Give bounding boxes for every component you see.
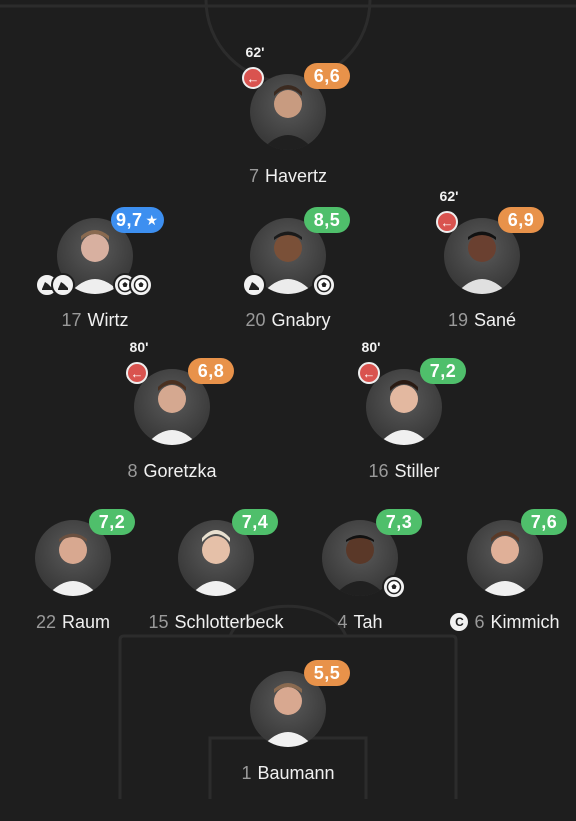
player-name: 17 Wirtz	[0, 310, 195, 331]
boot-icon	[51, 273, 75, 297]
player-name: 8 Goretzka	[72, 461, 272, 482]
player-kimmich[interactable]: 7,6 C 6 Kimmich	[425, 509, 576, 670]
player-rating[interactable]: 6,8	[188, 358, 234, 384]
rating-value: 7,6	[530, 511, 558, 532]
football-icon	[129, 273, 153, 297]
shirt-number: 16	[368, 461, 389, 481]
player-rating[interactable]: 9,7 ★	[111, 207, 164, 233]
player-name: C 6 Kimmich	[405, 612, 576, 633]
player-sane[interactable]: 62' ← 6,9 19 Sané	[402, 188, 562, 368]
player-havertz[interactable]: 62' ← 6,6 7 Havertz	[208, 44, 368, 224]
arrow-left-icon: ←	[242, 67, 264, 89]
rating-value: 7,4	[241, 511, 269, 532]
player-rating[interactable]: 8,5	[304, 207, 350, 233]
player-goretzka[interactable]: 80' ← 6,8 8 Goretzka	[92, 339, 252, 519]
shirt-number: 22	[35, 612, 56, 632]
player-name-text: Goretzka	[143, 461, 217, 481]
player-name: 16 Stiller	[304, 461, 504, 482]
football-icon	[312, 273, 336, 297]
player-rating[interactable]: 7,2	[89, 509, 135, 535]
arrow-left-icon: ←	[358, 362, 380, 384]
rating-value: 9,7	[116, 209, 143, 230]
arrow-left-icon: ←	[126, 362, 148, 384]
player-name-text: Sané	[473, 310, 517, 330]
player-name-text: Baumann	[257, 763, 335, 783]
player-name-text: Raum	[62, 612, 111, 632]
rating-value: 6,8	[197, 360, 225, 381]
shirt-number: 19	[447, 310, 468, 330]
shirt-number: 17	[61, 310, 82, 330]
football-icon	[382, 575, 406, 599]
player-rating[interactable]: 6,6	[304, 63, 350, 89]
rating-value: 6,6	[313, 65, 341, 86]
rating-value: 7,2	[429, 360, 457, 381]
substitution-time: 80'	[361, 339, 381, 355]
shirt-number: 1	[241, 763, 252, 783]
player-name-text: Wirtz	[87, 310, 129, 330]
player-name-text: Kimmich	[490, 612, 560, 632]
player-gnabry[interactable]: 8,5 20 Gnabry	[208, 207, 368, 368]
player-name-text: Havertz	[265, 166, 328, 186]
shirt-number: 6	[474, 612, 485, 632]
substitution-time: 80'	[129, 339, 149, 355]
shirt-number: 7	[248, 166, 259, 186]
player-rating[interactable]: 7,3	[376, 509, 422, 535]
player-name-text: Gnabry	[271, 310, 331, 330]
player-name: 20 Gnabry	[188, 310, 388, 331]
captain-armband-icon: C	[450, 613, 469, 631]
player-name-text: Stiller	[394, 461, 440, 481]
substitution-time: 62'	[245, 44, 265, 60]
player-rating[interactable]: 7,4	[232, 509, 278, 535]
player-stiller[interactable]: 80' ← 7,2 16 Stiller	[324, 339, 484, 519]
player-tah[interactable]: 7,3 4 Tah	[280, 509, 440, 670]
rating-value: 8,5	[313, 209, 341, 230]
shirt-number: 8	[127, 461, 138, 481]
rating-value: 7,2	[98, 511, 126, 532]
player-rating[interactable]: 5,5	[304, 660, 350, 686]
substitution-time: 62'	[439, 188, 459, 204]
rating-value: 7,3	[385, 511, 413, 532]
shirt-number: 20	[245, 310, 266, 330]
player-rating[interactable]: 6,9	[498, 207, 544, 233]
star-icon: ★	[145, 211, 159, 228]
player-raum[interactable]: 7,2 22 Raum	[0, 509, 153, 670]
player-name: 1 Baumann	[188, 763, 388, 784]
player-name: 7 Havertz	[188, 166, 388, 187]
player-name: 19 Sané	[382, 310, 576, 331]
rating-value: 6,9	[507, 209, 535, 230]
arrow-left-icon: ←	[436, 211, 458, 233]
boot-icon	[242, 273, 266, 297]
player-rating[interactable]: 7,2	[420, 358, 466, 384]
player-name-text: Tah	[353, 612, 383, 632]
rating-value: 5,5	[313, 662, 341, 683]
shirt-number: 4	[337, 612, 348, 632]
shirt-number: 15	[148, 612, 169, 632]
player-schlotterbeck[interactable]: 7,4 15 Schlotterbeck	[136, 509, 296, 670]
player-rating[interactable]: 7,6	[521, 509, 567, 535]
